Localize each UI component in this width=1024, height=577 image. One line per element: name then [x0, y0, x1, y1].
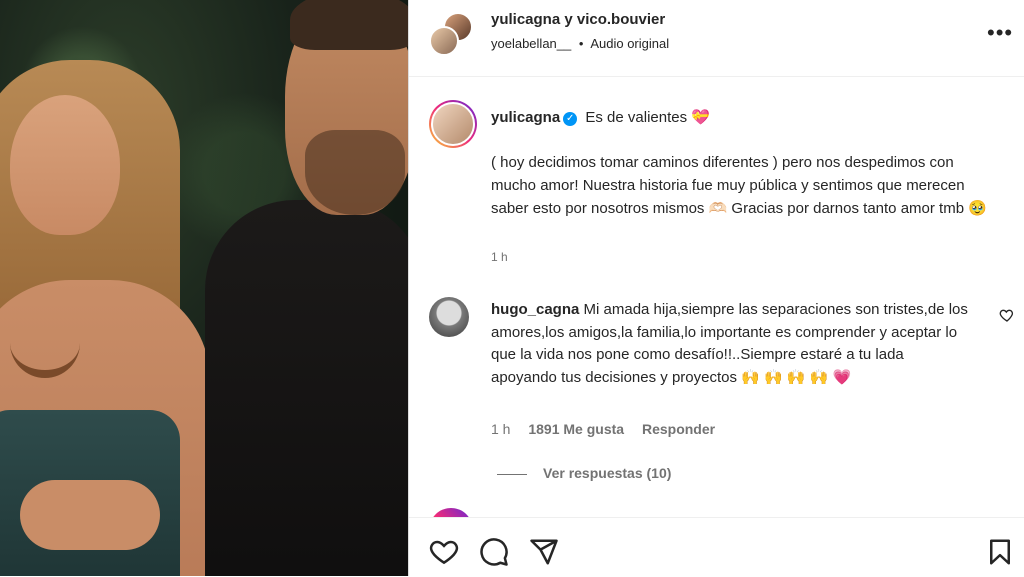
- man-beard: [305, 130, 405, 215]
- post-header: yulicagna y vico.bouvier yoelabellan__ •…: [409, 0, 1024, 77]
- man-body: [205, 200, 408, 576]
- post-authors[interactable]: yulicagna y vico.bouvier: [491, 11, 665, 28]
- avatar: [429, 26, 459, 56]
- collab-avatars[interactable]: [429, 12, 473, 56]
- caption-time[interactable]: 1 h: [491, 250, 508, 264]
- comment-heart-icon[interactable]: [999, 307, 1015, 323]
- post-audio-line: yoelabellan__ • Audio original: [491, 36, 669, 51]
- caption-first-line: yulicagna ✓ Es de valientes 💝: [491, 108, 710, 126]
- more-icon[interactable]: •••: [987, 20, 1013, 46]
- verified-icon: ✓: [563, 112, 578, 126]
- view-replies-button[interactable]: Ver respuestas (10): [497, 465, 671, 481]
- caption-text: ( hoy decidimos tomar caminos diferentes…: [491, 154, 987, 217]
- caption-avatar[interactable]: [429, 100, 477, 148]
- hands: [20, 480, 160, 550]
- share-icon[interactable]: [529, 537, 559, 567]
- comment: hugo_cagna Mi amada hija,siempre las sep…: [491, 299, 971, 389]
- reply-button[interactable]: Responder: [642, 421, 715, 437]
- separator: •: [578, 36, 584, 51]
- bookmark-icon[interactable]: [985, 537, 1015, 567]
- comment-meta: 1 h 1891 Me gusta Responder: [491, 421, 729, 437]
- post-detail-panel: yulicagna y vico.bouvier yoelabellan__ •…: [408, 0, 1024, 577]
- view-replies-label: Ver respuestas (10): [543, 465, 672, 481]
- comment-icon[interactable]: [479, 537, 509, 567]
- caption-first-text: Es de valientes 💝: [585, 109, 710, 126]
- post-photo[interactable]: [0, 0, 408, 576]
- heart-icon[interactable]: [429, 537, 459, 567]
- comment-time[interactable]: 1 h: [491, 421, 510, 437]
- comment-username[interactable]: hugo_cagna: [491, 301, 579, 318]
- comment-avatar[interactable]: [429, 297, 469, 337]
- caption-username[interactable]: yulicagna: [491, 109, 560, 126]
- divider: [497, 473, 527, 475]
- man-hair: [290, 0, 408, 50]
- woman-face: [10, 95, 120, 235]
- audio-link[interactable]: Audio original: [590, 36, 669, 51]
- audio-user-link[interactable]: yoelabellan__: [491, 36, 571, 51]
- action-bar: [409, 517, 1024, 577]
- comment-likes[interactable]: 1891 Me gusta: [528, 421, 624, 437]
